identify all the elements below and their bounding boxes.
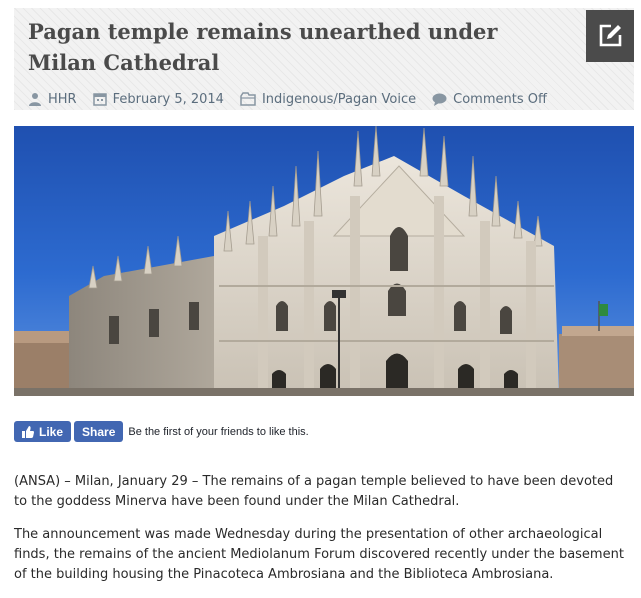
thumbs-up-icon — [22, 425, 34, 438]
meta-category: Indigenous/Pagan Voice — [240, 92, 416, 107]
meta-author: HHR — [28, 92, 77, 107]
comment-icon — [432, 93, 447, 106]
article-paragraph: (ANSA) – Milan, January 29 – The remains… — [14, 474, 614, 509]
post-header: Pagan temple remains unearthed under Mil… — [14, 8, 634, 110]
facebook-share-button[interactable]: Share — [74, 421, 124, 442]
folder-icon — [240, 92, 256, 106]
post-title[interactable]: Pagan temple remains unearthed under Mil… — [28, 16, 548, 78]
share-label: Share — [82, 424, 116, 439]
user-icon — [29, 93, 41, 106]
post-featured-image — [14, 126, 634, 396]
milan-cathedral-illustration — [14, 126, 634, 396]
edit-icon — [599, 24, 622, 47]
post-date: February 5, 2014 — [112, 91, 224, 107]
author-link[interactable]: HHR — [48, 92, 77, 107]
facebook-like-note: Be the first of your friends to like thi… — [128, 425, 309, 438]
facebook-widget: Like Share Be the first of your friends … — [14, 421, 309, 442]
meta-date: February 5, 2014 — [92, 91, 224, 107]
meta-comments: Comments Off — [432, 92, 547, 107]
post-content: (ANSA) – Milan, January 29 – The remains… — [14, 472, 626, 598]
comments-link[interactable]: Comments Off — [453, 92, 547, 107]
like-label: Like — [39, 424, 64, 439]
category-link[interactable]: Indigenous/Pagan Voice — [262, 92, 416, 107]
article-paragraph: The announcement was made Wednesday duri… — [14, 527, 624, 582]
edit-post-button[interactable] — [586, 10, 634, 62]
calendar-icon — [92, 93, 107, 106]
facebook-like-button[interactable]: Like — [14, 421, 72, 442]
post-meta: HHR February 5, 2014 Indigenous/Pagan Vo… — [28, 90, 563, 108]
